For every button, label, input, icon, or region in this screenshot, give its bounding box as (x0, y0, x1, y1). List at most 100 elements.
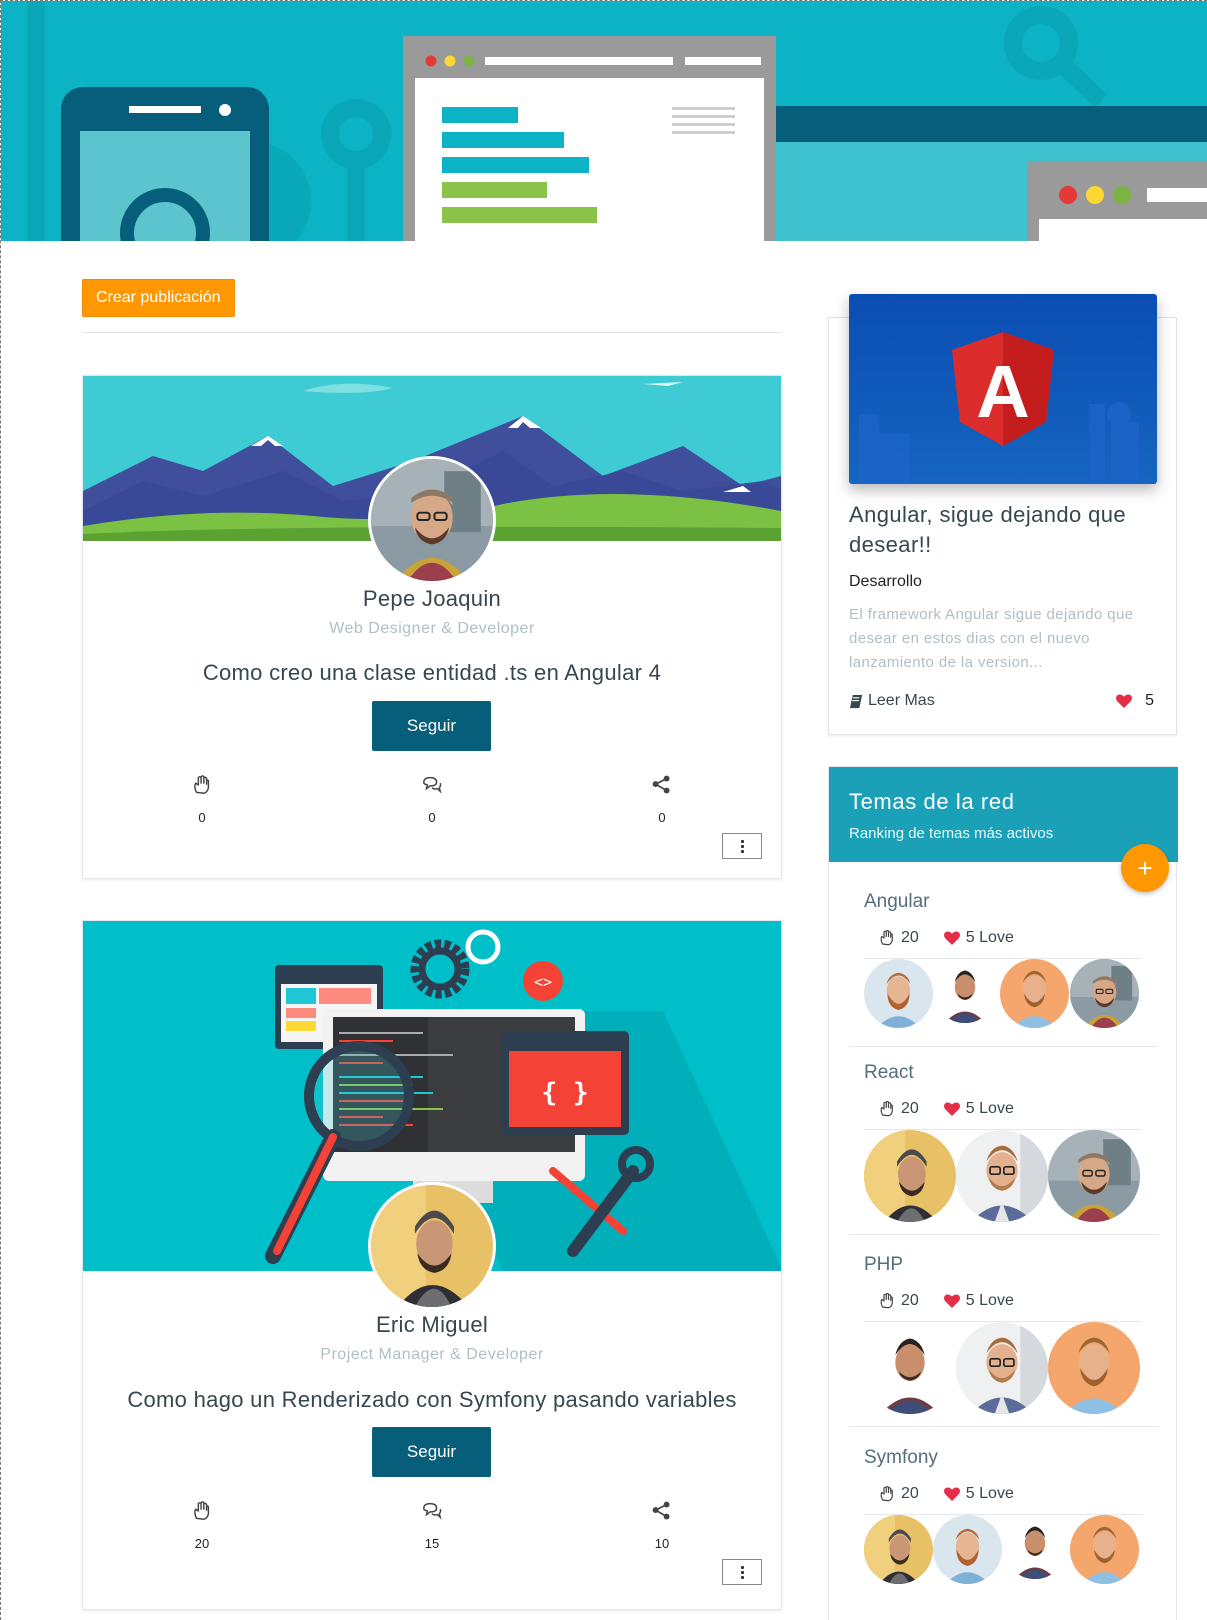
share-count: 0 (658, 810, 666, 825)
topic-meta: 20 5 Love (878, 929, 1038, 947)
divider (849, 1426, 1158, 1427)
member-avatar[interactable] (933, 959, 997, 1023)
member-avatar[interactable] (864, 1322, 956, 1414)
topic-name[interactable]: Symfony (864, 1447, 938, 1469)
author-name[interactable]: Pepe Joaquin (83, 586, 781, 612)
hand-icon (194, 775, 210, 794)
topic-count: 20 (901, 1485, 919, 1502)
comments-icon (423, 1502, 442, 1519)
author-avatar[interactable] (368, 456, 496, 584)
topic-love: 5 Love (965, 1485, 1014, 1502)
read-more-label: Leer Mas (868, 692, 935, 709)
share-count: 10 (654, 1536, 670, 1551)
topic-item[interactable]: React 20 5 Love (849, 1062, 1158, 1242)
heart-icon (943, 1294, 960, 1308)
member-avatar[interactable] (1048, 1322, 1140, 1414)
hand-icon (880, 929, 893, 946)
post-card: <> {} Eric Miguel Project Manager & Dev… (82, 920, 782, 1610)
topic-meta: 20 5 Love (878, 1485, 1038, 1503)
member-avatar[interactable] (864, 1515, 933, 1584)
like-count: 0 (198, 810, 206, 825)
follow-button[interactable]: Seguir (372, 701, 491, 751)
topics-panel: Temas de la red Ranking de temas más act… (828, 766, 1178, 1620)
blog-cover-image[interactable]: A (849, 294, 1157, 484)
topic-name[interactable]: React (864, 1062, 914, 1084)
blog-likes[interactable]: 5 (1115, 692, 1154, 710)
topic-meta: 20 5 Love (878, 1100, 1038, 1118)
share-icon (651, 1500, 671, 1521)
member-avatar[interactable] (956, 1130, 1048, 1222)
member-avatar[interactable] (864, 1130, 956, 1222)
divider (82, 332, 782, 333)
topic-love: 5 Love (965, 1100, 1014, 1117)
member-avatar[interactable] (1000, 959, 1069, 1028)
heart-icon (943, 931, 960, 945)
hand-icon (880, 1292, 893, 1309)
member-avatar[interactable] (956, 1322, 1048, 1414)
page: Crear publicación Pepe Joaquin Web Desig… (0, 0, 1207, 1620)
comment-count: 0 (428, 810, 436, 825)
author-role: Project Manager & Developer (320, 1346, 544, 1363)
topic-item[interactable]: Angular 20 5 Love (849, 891, 1158, 1051)
post-title[interactable]: Como hago un Renderizado con Symfony pas… (83, 1387, 781, 1413)
like-count: 20 (194, 1536, 210, 1551)
topics-title: Temas de la red (849, 789, 1015, 814)
hand-icon (880, 1485, 893, 1502)
topic-love: 5 Love (965, 929, 1014, 946)
svg-text:<>: <> (534, 973, 552, 991)
share-icon (651, 774, 671, 795)
comment-stat[interactable]: 15 (402, 1500, 462, 1551)
follow-button[interactable]: Seguir (372, 1427, 491, 1477)
hand-icon (880, 1100, 893, 1117)
blog-like-count: 5 (1145, 692, 1154, 709)
more-options-button[interactable] (722, 1559, 762, 1585)
member-avatar[interactable] (1003, 1515, 1067, 1579)
read-more-link[interactable]: Leer Mas (849, 692, 935, 710)
topic-item[interactable]: Symfony 20 5 Love (849, 1447, 1158, 1617)
svg-text:{ }: { } (542, 1078, 589, 1108)
member-avatar[interactable] (1070, 959, 1139, 1028)
divider (849, 1234, 1158, 1235)
heart-icon (1116, 694, 1133, 708)
author-name[interactable]: Eric Miguel (83, 1312, 781, 1338)
topic-name[interactable]: PHP (864, 1254, 903, 1276)
blog-category: Desarrollo (849, 573, 922, 590)
topic-item[interactable]: PHP 20 5 Love (849, 1254, 1158, 1434)
comments-icon (423, 776, 442, 793)
more-options-button[interactable] (722, 833, 762, 859)
topics-header: Temas de la red Ranking de temas más act… (829, 767, 1178, 862)
topics-subtitle: Ranking de temas más activos (849, 825, 1054, 842)
hero-banner (1, 1, 1207, 241)
member-avatar[interactable] (933, 1515, 1002, 1584)
topic-name[interactable]: Angular (864, 891, 930, 913)
author-avatar[interactable] (368, 1182, 496, 1310)
topic-count: 20 (901, 1292, 919, 1309)
divider (849, 1046, 1158, 1047)
post-title[interactable]: Como creo una clase entidad .ts en Angul… (83, 660, 781, 686)
add-topic-button[interactable]: + (1121, 844, 1169, 892)
book-icon (849, 694, 863, 708)
create-post-button[interactable]: Crear publicación (82, 279, 235, 317)
heart-icon (943, 1487, 960, 1501)
topic-love: 5 Love (965, 1292, 1014, 1309)
topic-count: 20 (901, 929, 919, 946)
post-card: Pepe Joaquin Web Designer & Developer Co… (82, 375, 782, 879)
heart-icon (943, 1102, 960, 1116)
blog-card: A Angular, sigue dejando que desear!! De… (828, 294, 1177, 735)
member-avatar[interactable] (1048, 1130, 1140, 1222)
comment-stat[interactable]: 0 (402, 774, 462, 825)
like-stat[interactable]: 0 (172, 774, 232, 825)
topic-count: 20 (901, 1100, 919, 1117)
member-avatar[interactable] (1070, 1515, 1139, 1584)
blog-title[interactable]: Angular, sigue dejando que desear!! (849, 500, 1159, 560)
hero-illustration (1, 1, 1207, 241)
like-stat[interactable]: 20 (172, 1500, 232, 1551)
share-stat[interactable]: 0 (632, 774, 692, 825)
topic-meta: 20 5 Love (878, 1292, 1038, 1310)
angular-logo-letter: A (976, 350, 1029, 433)
comment-count: 15 (424, 1536, 440, 1551)
share-stat[interactable]: 10 (632, 1500, 692, 1551)
member-avatar[interactable] (864, 959, 933, 1028)
author-role: Web Designer & Developer (329, 620, 535, 637)
blog-excerpt: El framework Angular sigue dejando que d… (849, 606, 1134, 671)
